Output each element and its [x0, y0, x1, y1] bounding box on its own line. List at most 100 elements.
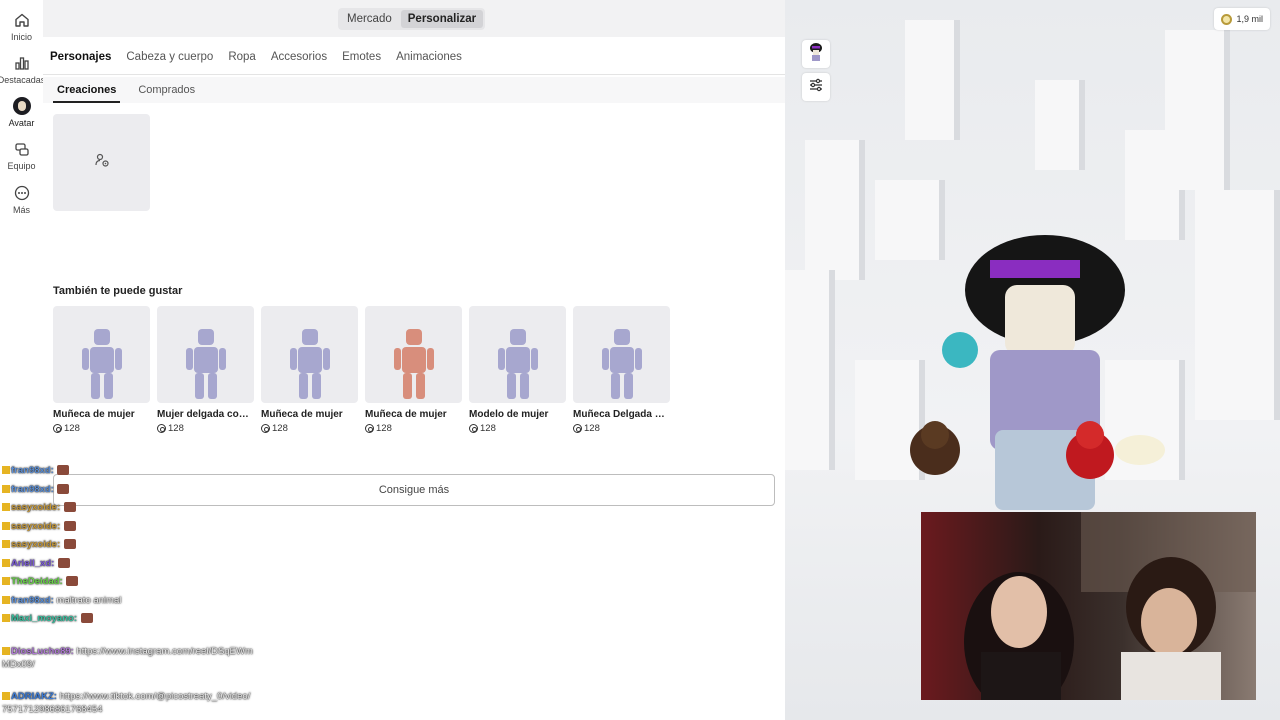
- emote-icon: [63, 502, 76, 513]
- settings-button[interactable]: [802, 73, 830, 101]
- crown-badge-icon: [2, 540, 10, 549]
- item-thumbnail: [573, 306, 670, 403]
- tab-animations[interactable]: Animaciones: [396, 51, 462, 63]
- subtab-creations[interactable]: Creaciones: [52, 84, 121, 103]
- chat-message: fran98xd: maltrato animal: [2, 595, 121, 606]
- crown-badge-icon: [2, 577, 10, 586]
- nav-item-more[interactable]: Más: [0, 184, 43, 215]
- emote-icon: [57, 465, 70, 476]
- chat-username: TheDeidad:: [11, 576, 63, 587]
- tab-head-body[interactable]: Cabeza y cuerpo: [126, 51, 213, 63]
- customize-panel: Personajes Cabeza y cuerpo Ropa Accesori…: [43, 37, 785, 720]
- tab-clothing[interactable]: Ropa: [228, 51, 256, 63]
- crown-badge-icon: [2, 692, 10, 701]
- crown-badge-icon: [2, 485, 10, 494]
- chat-text: https://www.instagram.com/reel/DSqEWm: [76, 646, 253, 657]
- tab-customize[interactable]: Personalizar: [400, 10, 484, 28]
- emote-icon: [63, 521, 76, 532]
- tab-characters[interactable]: Personajes: [50, 51, 111, 63]
- nav-item-home[interactable]: Inicio: [0, 11, 43, 42]
- robux-amount: 1,9 mil: [1236, 14, 1263, 24]
- category-tabs: Personajes Cabeza y cuerpo Ropa Accesori…: [50, 51, 462, 63]
- item-thumbnail: [261, 306, 358, 403]
- chat-username: fran98xd:: [11, 595, 54, 606]
- charts-icon: [13, 54, 31, 72]
- crown-badge-icon: [2, 596, 10, 605]
- nav-item-charts[interactable]: Destacadas: [0, 54, 46, 85]
- robux-icon: [365, 424, 374, 433]
- recommended-item-card[interactable]: Muñeca Delgada M... 128: [573, 306, 670, 434]
- chat-username: DiosLucho89:: [11, 646, 74, 657]
- chat-message: DiosLucho89: https://www.instagram.com/r…: [2, 646, 253, 657]
- item-price: 128: [365, 423, 462, 434]
- recommended-item-card[interactable]: Muñeca de mujer 128: [365, 306, 462, 434]
- price-value: 128: [272, 423, 288, 434]
- more-icon: [13, 184, 31, 202]
- recommended-item-card[interactable]: Modelo de mujer 128: [469, 306, 566, 434]
- nav-label: Más: [12, 205, 30, 215]
- mode-switch: Mercado Personalizar: [338, 8, 486, 30]
- item-name: Mujer delgada con ...: [157, 409, 254, 420]
- chat-message: TheDeidad:: [2, 576, 79, 587]
- price-value: 128: [584, 423, 600, 434]
- recommended-item-card[interactable]: Muñeca de mujer 128: [261, 306, 358, 434]
- recommendations-title: También te puede gustar: [53, 285, 183, 297]
- chat-message: Maxi_moyano:: [2, 613, 94, 624]
- crown-badge-icon: [2, 559, 10, 568]
- item-price: 128: [157, 423, 254, 434]
- chat-username: sasyxoide:: [11, 521, 61, 532]
- avatar-thumbnail-icon: [808, 42, 824, 67]
- nav-label: Inicio: [10, 32, 32, 42]
- chat-text: 7571712986861768454: [2, 704, 103, 715]
- nav-item-party[interactable]: Equipo: [0, 140, 43, 171]
- chat-text: MDx09/: [2, 659, 35, 670]
- robux-icon: [469, 424, 478, 433]
- chat-message: fran98xd:: [2, 465, 70, 476]
- robux-icon: [573, 424, 582, 433]
- recommended-item-card[interactable]: Mujer delgada con ... 128: [157, 306, 254, 434]
- crown-badge-icon: [2, 614, 10, 623]
- emote-icon: [57, 484, 70, 495]
- tab-accessories[interactable]: Accesorios: [271, 51, 327, 63]
- chat-message: sasyxoide:: [2, 539, 77, 550]
- price-value: 128: [376, 423, 392, 434]
- robux-icon: [1221, 13, 1233, 25]
- tab-marketplace[interactable]: Mercado: [340, 10, 399, 28]
- nav-label: Destacadas: [0, 75, 46, 85]
- crown-badge-icon: [2, 522, 10, 531]
- nav-item-avatar[interactable]: Avatar: [0, 97, 43, 128]
- nav-label: Equipo: [7, 161, 36, 171]
- chat-message: 7571712986861768454: [2, 704, 102, 715]
- recommended-item-card[interactable]: Muñeca de mujer 128: [53, 306, 150, 434]
- chat-username: ADRIAKZ:: [11, 691, 57, 702]
- create-character-icon: [94, 152, 110, 173]
- home-icon: [13, 11, 31, 29]
- avatar-figure: [895, 230, 1185, 520]
- nav-label: Avatar: [8, 118, 35, 128]
- price-value: 128: [64, 423, 80, 434]
- item-thumbnail: [157, 306, 254, 403]
- chat-username: fran98xd:: [11, 484, 54, 495]
- crown-badge-icon: [2, 466, 10, 475]
- left-nav-rail: Inicio Destacadas Avatar Equipo Más: [0, 0, 46, 720]
- item-thumbnail: [469, 306, 566, 403]
- emote-icon: [57, 558, 70, 569]
- subtab-purchased[interactable]: Comprados: [138, 84, 195, 96]
- crown-badge-icon: [2, 503, 10, 512]
- avatar-thumbnail-button[interactable]: [802, 40, 830, 68]
- recommendations-grid: Muñeca de mujer 128 Mujer delgada con ... 1…: [53, 306, 670, 434]
- price-value: 128: [480, 423, 496, 434]
- crown-badge-icon: [2, 647, 10, 656]
- emote-icon: [80, 613, 93, 624]
- get-more-button[interactable]: Consigue más: [53, 474, 775, 506]
- robux-balance[interactable]: 1,9 mil: [1214, 8, 1270, 30]
- divider: [43, 74, 785, 75]
- chat-username: sasyxoide:: [11, 539, 61, 550]
- chat-text: maltrato animal: [56, 595, 122, 606]
- create-character-tile[interactable]: [53, 114, 150, 211]
- tab-emotes[interactable]: Emotes: [342, 51, 381, 63]
- chat-message: sasyxoide:: [2, 521, 77, 532]
- chat-message: ADRIAKZ: https://www.tiktok.com/@picostr…: [2, 691, 250, 702]
- item-price: 128: [469, 423, 566, 434]
- item-name: Muñeca Delgada M...: [573, 409, 670, 420]
